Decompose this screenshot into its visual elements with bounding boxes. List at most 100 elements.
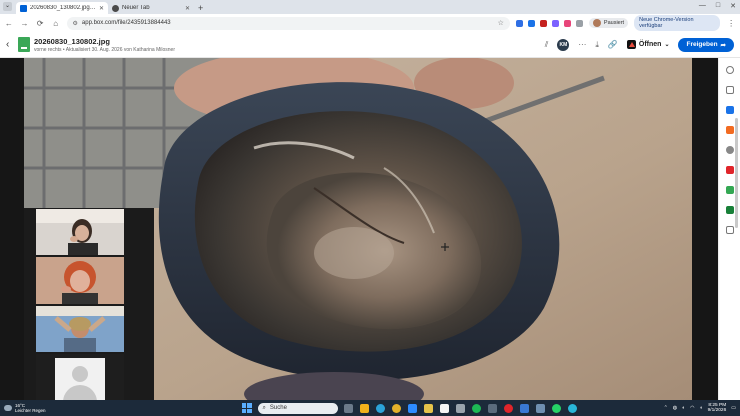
task-view-icon[interactable] (343, 403, 353, 413)
notion-icon[interactable] (439, 403, 449, 413)
header-actions: ⫽ KM ··· ⤓ 🔗 Öffnen ⌄ Freigeben ➦ (545, 37, 734, 52)
app-icon[interactable] (725, 146, 734, 154)
chevron-down-icon: ⌄ (664, 42, 670, 48)
spotify-icon[interactable] (471, 403, 481, 413)
app-icon[interactable] (725, 206, 734, 214)
gmail-extension-icon[interactable] (539, 19, 547, 27)
close-icon[interactable]: ✕ (185, 5, 190, 12)
address-url: app.box.com/file/2435913884443 (81, 20, 171, 26)
app-icon[interactable] (725, 166, 734, 174)
windows-start-icon[interactable] (241, 403, 252, 413)
comment-icon[interactable] (725, 66, 734, 74)
chrome-favicon-icon (112, 4, 119, 12)
opera-icon[interactable] (503, 403, 513, 413)
tray-app-icon[interactable]: ◍ (673, 405, 677, 411)
bookmark-star-icon[interactable]: ☆ (498, 19, 504, 27)
weather-desc: Leichter Regen (15, 408, 46, 413)
back-arrow-icon[interactable]: ← (4, 19, 14, 28)
video-tile-participant[interactable] (36, 209, 124, 256)
app-icon[interactable] (725, 186, 734, 194)
close-icon[interactable]: ✕ (99, 5, 104, 12)
activity-chart-icon[interactable]: ⫽ (545, 40, 549, 50)
clock-date: 9/1/2026 (707, 408, 727, 413)
rain-cloud-icon (4, 405, 12, 411)
more-options-icon[interactable]: ··· (578, 40, 586, 49)
box-favicon-icon (20, 4, 27, 12)
tab-box-file[interactable]: 20260830_130802.jpg | Bereitg ✕ (16, 2, 108, 14)
profile-button[interactable]: Pausiert (588, 18, 629, 28)
clock[interactable]: 8:25 PM 9/1/2026 (708, 403, 727, 414)
open-with-button[interactable]: Öffnen ⌄ (626, 40, 670, 49)
app-icon[interactable] (725, 126, 734, 134)
app-icon[interactable] (359, 403, 369, 413)
download-icon[interactable]: ⤓ (595, 40, 599, 50)
extensions-puzzle-icon[interactable] (575, 19, 583, 27)
chrome-icon[interactable] (391, 403, 401, 413)
weather-widget[interactable]: 16°C Leichter Regen (4, 403, 46, 413)
open-app-logo-icon (626, 40, 636, 49)
new-tab-button[interactable]: + (194, 2, 207, 14)
video-tile-participant[interactable] (36, 305, 124, 352)
reload-icon[interactable]: ⟳ (35, 19, 45, 28)
app-icon[interactable] (519, 403, 529, 413)
app-icon[interactable] (535, 403, 545, 413)
default-avatar-icon (55, 357, 105, 400)
notification-icon[interactable]: ▭ (731, 405, 736, 411)
hoof-photo (24, 58, 692, 400)
tray-app-icon[interactable]: ◐ (682, 405, 685, 411)
share-arrow-icon: ➦ (720, 41, 726, 49)
browser-tab-strip: ⌄ 20260830_130802.jpg | Bereitg ✕ Neuer … (0, 0, 740, 14)
windows-taskbar: 16°C Leichter Regen ⌕ Suche ⌃ ◍ ◐ ◠ ◖ 8:… (0, 400, 740, 416)
browser-toolbar: ← → ⟳ ⌂ ⚙ app.box.com/file/2435913884443… (0, 14, 740, 32)
kebab-menu-icon[interactable]: ⋮ (726, 19, 736, 28)
back-chevron-icon[interactable]: ‹ (6, 39, 18, 50)
extension-icons (515, 19, 583, 27)
app-icon[interactable] (567, 403, 577, 413)
address-bar[interactable]: ⚙ app.box.com/file/2435913884443 ☆ (66, 16, 510, 30)
link-icon[interactable]: 🔗 (608, 40, 618, 49)
user-avatar[interactable]: KM (557, 38, 570, 51)
scrollbar[interactable] (735, 118, 738, 228)
taskbar-search[interactable]: ⌕ Suche (257, 402, 338, 414)
search-placeholder: Suche (269, 405, 287, 411)
wifi-icon[interactable]: ◠ (690, 405, 694, 411)
tab-title: 20260830_130802.jpg | Bereitg (30, 5, 96, 11)
search-icon: ⌕ (262, 404, 266, 411)
share-button[interactable]: Freigeben ➦ (678, 37, 734, 52)
file-header: ‹ 20260830_130802.jpg vorne rechts • Akt… (0, 32, 740, 58)
add-icon[interactable] (725, 226, 734, 234)
tab-title: Neuer Tab (122, 5, 150, 11)
screen: ⌄ 20260830_130802.jpg | Bereitg ✕ Neuer … (0, 0, 740, 416)
tab-search-dropdown-icon[interactable]: ⌄ (3, 2, 12, 11)
zoom-icon[interactable] (407, 403, 417, 413)
tab-new-tab[interactable]: Neuer Tab ✕ (108, 2, 194, 14)
whatsapp-icon[interactable] (551, 403, 561, 413)
chevron-up-icon[interactable]: ⌃ (664, 405, 668, 411)
minimize-icon[interactable]: — (699, 2, 706, 10)
video-tile-camera-off[interactable] (36, 353, 124, 400)
window-controls: — □ ✕ (699, 2, 736, 10)
file-titles: 20260830_130802.jpg vorne rechts • Aktua… (34, 37, 175, 53)
app-icon[interactable] (487, 403, 497, 413)
edge-icon[interactable] (375, 403, 385, 413)
extension-icon[interactable] (551, 19, 559, 27)
share-label: Freigeben (686, 41, 718, 48)
app-icon[interactable] (725, 106, 734, 114)
extension-icon[interactable] (563, 19, 571, 27)
site-info-icon[interactable]: ⚙ (73, 20, 78, 27)
close-window-icon[interactable]: ✕ (730, 2, 736, 10)
taskbar-apps (343, 403, 577, 413)
chrome-update-button[interactable]: Neue Chrome-Version verfügbar (634, 15, 721, 31)
details-icon[interactable] (725, 86, 734, 94)
home-icon[interactable]: ⌂ (51, 19, 61, 28)
image-file-icon (18, 37, 30, 52)
maximize-icon[interactable]: □ (716, 2, 720, 10)
forward-arrow-icon[interactable]: → (20, 19, 30, 28)
video-tile-participant[interactable] (36, 257, 124, 304)
extension-icon[interactable] (527, 19, 535, 27)
extension-icon[interactable] (515, 19, 523, 27)
volume-icon[interactable]: ◖ (700, 405, 703, 411)
explorer-icon[interactable] (423, 403, 433, 413)
app-icon[interactable] (455, 403, 465, 413)
video-call-tiles (36, 209, 124, 400)
